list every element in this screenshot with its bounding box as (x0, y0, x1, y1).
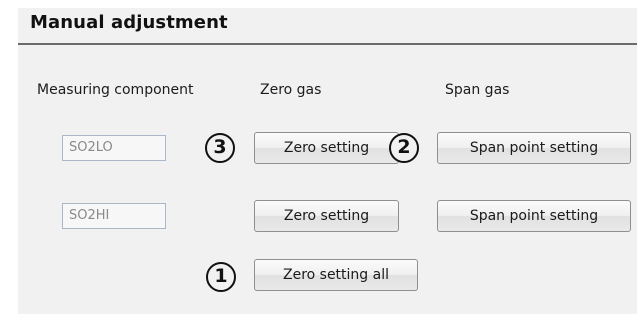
header-zero-gas: Zero gas (260, 82, 322, 98)
header-measuring-component: Measuring component (37, 82, 194, 98)
zero-setting-button-so2hi[interactable]: Zero setting (254, 200, 399, 232)
callout-marker-2: 2 (389, 133, 419, 163)
callout-marker-1: 1 (206, 262, 236, 292)
callout-marker-3: 3 (205, 133, 235, 163)
zero-setting-all-button[interactable]: Zero setting all (254, 259, 418, 291)
component-field-so2lo: SO2LO (62, 135, 166, 161)
span-point-setting-button-so2lo[interactable]: Span point setting (437, 132, 631, 164)
span-point-setting-button-so2hi[interactable]: Span point setting (437, 200, 631, 232)
title-divider (18, 43, 637, 45)
component-field-so2hi: SO2HI (62, 203, 166, 229)
header-span-gas: Span gas (445, 82, 510, 98)
zero-setting-button-so2lo[interactable]: Zero setting (254, 132, 399, 164)
section-title: Manual adjustment (30, 12, 228, 33)
